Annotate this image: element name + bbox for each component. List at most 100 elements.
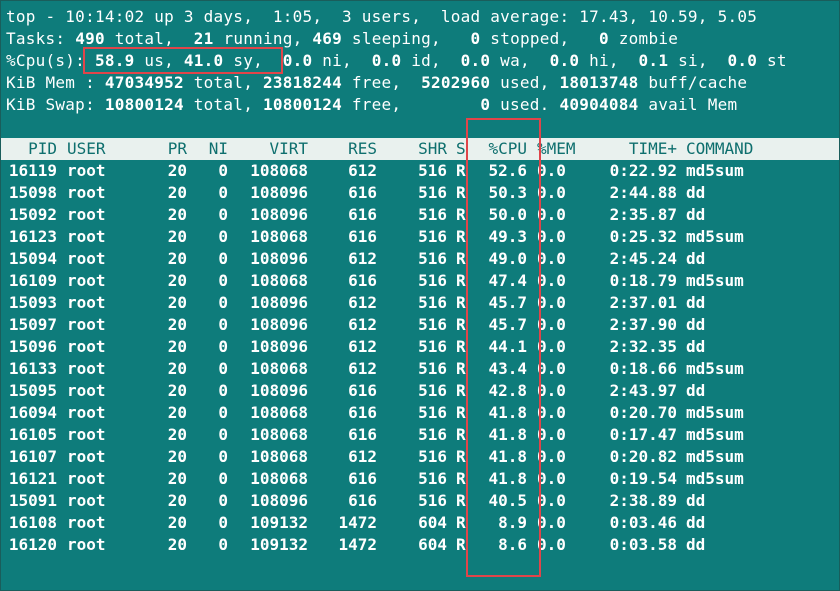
cell-cpu: 49.3	[488, 227, 527, 246]
cell-user: root	[67, 513, 106, 532]
cell-pr: 20	[167, 249, 187, 268]
cell-pr: 20	[167, 469, 187, 488]
column-header-ni[interactable]: NI	[201, 138, 228, 160]
cell-time: 0:20.82	[609, 447, 677, 466]
column-header-user[interactable]: USER	[67, 138, 127, 160]
cell-res: 1472	[338, 535, 377, 554]
cell-s: R	[456, 381, 466, 400]
table-row[interactable]: 15096 root 20 0 108096 612 516 R 44.1 0.0 2:32.35 d…	[1, 336, 839, 358]
cell-time: 2:37.01	[609, 293, 677, 312]
cell-mem: 0.0	[537, 513, 566, 532]
table-row[interactable]: 16120 root 20 0 109132 1472 604 R 8.6 0.0 0:03.58 d…	[1, 534, 839, 556]
cell-shr: 516	[418, 205, 447, 224]
cell-command: md5sum	[686, 403, 744, 422]
cell-mem: 0.0	[537, 447, 566, 466]
cell-mem: 0.0	[537, 293, 566, 312]
cell-user: root	[67, 205, 106, 224]
cell-virt: 108068	[250, 161, 308, 180]
cell-command: md5sum	[686, 425, 744, 444]
mem-used: 5202960	[421, 73, 491, 92]
cell-res: 612	[348, 359, 377, 378]
column-header-pid[interactable]: PID	[5, 138, 57, 160]
cell-command: md5sum	[686, 469, 744, 488]
cell-s: R	[456, 183, 466, 202]
cpu-sy-label: sy,	[223, 51, 283, 70]
column-header-virt[interactable]: VIRT	[236, 138, 308, 160]
cell-pid: 16094	[8, 403, 57, 422]
table-row[interactable]: 16121 root 20 0 108068 616 516 R 41.8 0.0 0:19.54 m…	[1, 468, 839, 490]
cell-user: root	[67, 403, 106, 422]
column-header-mem[interactable]: %MEM	[537, 138, 577, 160]
column-header-shr[interactable]: SHR	[391, 138, 447, 160]
cell-ni: 0	[218, 293, 228, 312]
cell-res: 612	[348, 161, 377, 180]
cell-res: 616	[348, 469, 377, 488]
table-row[interactable]: 15097 root 20 0 108096 612 516 R 45.7 0.0 2:37.90 d…	[1, 314, 839, 336]
cell-user: root	[67, 447, 106, 466]
terminal-window[interactable]: top - 10:14:02 up 3 days, 1:05, 3 users,…	[0, 0, 840, 591]
table-row[interactable]: 15092 root 20 0 108096 616 516 R 50.0 0.0 2:35.87 d…	[1, 204, 839, 226]
cell-cpu: 44.1	[488, 337, 527, 356]
tasks-sleeping: 469	[312, 29, 343, 48]
table-row[interactable]: 16108 root 20 0 109132 1472 604 R 8.9 0.0 0:03.46 d…	[1, 512, 839, 534]
mem-label: KiB Mem :	[6, 73, 105, 92]
cell-user: root	[67, 271, 106, 290]
cell-s: R	[456, 425, 466, 444]
table-row[interactable]: 15091 root 20 0 108096 616 516 R 40.5 0.0 2:38.89 d…	[1, 490, 839, 512]
column-header-pr[interactable]: PR	[151, 138, 187, 160]
table-row[interactable]: 16105 root 20 0 108068 616 516 R 41.8 0.0 0:17.47 m…	[1, 424, 839, 446]
mem-free: 23818244	[262, 73, 343, 92]
cell-ni: 0	[218, 535, 228, 554]
cell-cpu: 41.8	[488, 447, 527, 466]
cell-pr: 20	[167, 491, 187, 510]
cell-command: md5sum	[686, 227, 744, 246]
cell-time: 2:44.88	[609, 183, 677, 202]
cell-pid: 16120	[8, 535, 57, 554]
cell-s: R	[456, 359, 466, 378]
table-row[interactable]: 16094 root 20 0 108068 616 516 R 41.8 0.0 0:20.70 m…	[1, 402, 839, 424]
cell-ni: 0	[218, 161, 228, 180]
cell-shr: 516	[418, 227, 447, 246]
swap-line: KiB Swap: 10800124 total, 10800124 free,…	[6, 94, 737, 116]
cell-ni: 0	[218, 337, 228, 356]
cell-s: R	[456, 513, 466, 532]
table-row[interactable]: 15095 root 20 0 108096 616 516 R 42.8 0.0 2:43.97 d…	[1, 380, 839, 402]
cell-ni: 0	[218, 249, 228, 268]
cell-virt: 108068	[250, 271, 308, 290]
cell-pr: 20	[167, 403, 187, 422]
table-row[interactable]: 15093 root 20 0 108096 612 516 R 45.7 0.0 2:37.01 d…	[1, 292, 839, 314]
column-header-cpu[interactable]: %CPU	[475, 138, 527, 160]
cell-time: 2:37.90	[609, 315, 677, 334]
cell-virt: 109132	[250, 535, 308, 554]
cpu-id: 0.0	[371, 51, 402, 70]
cell-res: 1472	[338, 513, 377, 532]
table-row[interactable]: 16109 root 20 0 108068 616 516 R 47.4 0.0 0:18.79 m…	[1, 270, 839, 292]
swap-avail-label: avail Mem	[638, 95, 738, 114]
cell-mem: 0.0	[537, 535, 566, 554]
tasks-zombie-label: zombie	[608, 29, 679, 48]
cell-command: dd	[686, 293, 706, 312]
table-row[interactable]: 16133 root 20 0 108068 612 516 R 43.4 0.0 0:18.66 m…	[1, 358, 839, 380]
column-header-command[interactable]: COMMAND	[686, 138, 806, 160]
cell-pr: 20	[167, 425, 187, 444]
table-row[interactable]: 15094 root 20 0 108096 612 516 R 49.0 0.0 2:45.24 d…	[1, 248, 839, 270]
cell-shr: 516	[418, 271, 447, 290]
column-header-res[interactable]: RES	[321, 138, 377, 160]
cell-command: dd	[686, 205, 706, 224]
column-header-time[interactable]: TIME+	[593, 138, 677, 160]
column-header-s[interactable]: S	[456, 138, 468, 160]
cell-virt: 108096	[250, 249, 308, 268]
cell-shr: 516	[418, 315, 447, 334]
table-row[interactable]: 16107 root 20 0 108068 612 516 R 41.8 0.0 0:20.82 m…	[1, 446, 839, 468]
cell-pr: 20	[167, 161, 187, 180]
table-row[interactable]: 16119 root 20 0 108068 612 516 R 52.6 0.0 0:22.92 m…	[1, 160, 839, 182]
cell-pr: 20	[167, 183, 187, 202]
cell-time: 2:43.97	[609, 381, 677, 400]
table-row[interactable]: 16123 root 20 0 108068 616 516 R 49.3 0.0 0:25.32 m…	[1, 226, 839, 248]
cpu-wa: 0.0	[460, 51, 491, 70]
cell-user: root	[67, 227, 106, 246]
cpu-us: 58.9	[94, 51, 135, 70]
cell-cpu: 41.8	[488, 403, 527, 422]
process-table-header: PID USER PR NI VIRT RES SHR S %CPU %MEM TIME+ COMMA…	[1, 138, 839, 160]
table-row[interactable]: 15098 root 20 0 108096 616 516 R 50.3 0.0 2:44.88 d…	[1, 182, 839, 204]
